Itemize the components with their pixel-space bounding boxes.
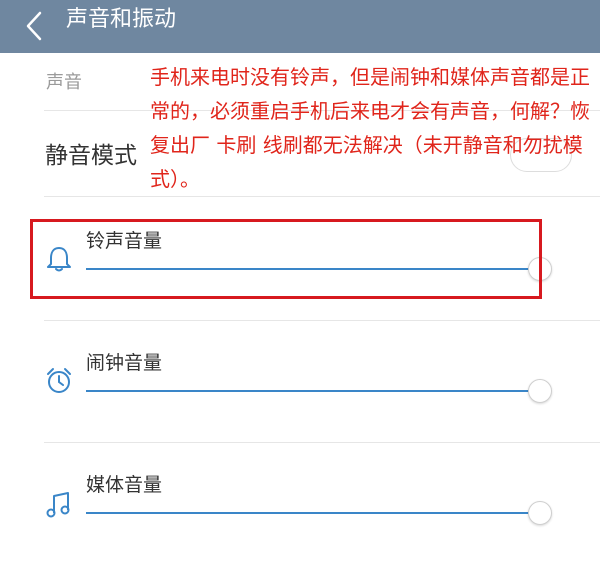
- question-annotation: 手机来电时没有铃声，但是闹钟和媒体声音都是正常的，必须重启手机后来电才会有声音，…: [150, 65, 590, 191]
- highlight-box: [30, 219, 542, 299]
- media-volume-thumb[interactable]: [528, 501, 552, 525]
- section-header-sound: 声音: [46, 72, 82, 93]
- chevron-left-icon[interactable]: [22, 9, 50, 43]
- title-bar: 声音和振动: [0, 0, 600, 53]
- alarm-volume-row: 闹钟音量: [0, 322, 600, 442]
- media-volume-row: 媒体音量: [0, 444, 600, 564]
- alarm-volume-label: 闹钟音量: [86, 352, 163, 374]
- page-title: 声音和振动: [66, 7, 177, 32]
- media-volume-label: 媒体音量: [86, 474, 163, 496]
- alarm-clock-icon: [47, 368, 71, 393]
- alarm-volume-thumb[interactable]: [528, 379, 552, 403]
- music-note-icon: [46, 492, 70, 518]
- silent-mode-label: 静音模式: [45, 143, 137, 169]
- divider: [44, 320, 600, 321]
- divider: [44, 442, 600, 443]
- alarm-volume-track[interactable]: [86, 390, 540, 392]
- media-volume-track[interactable]: [86, 512, 540, 514]
- divider: [44, 196, 600, 197]
